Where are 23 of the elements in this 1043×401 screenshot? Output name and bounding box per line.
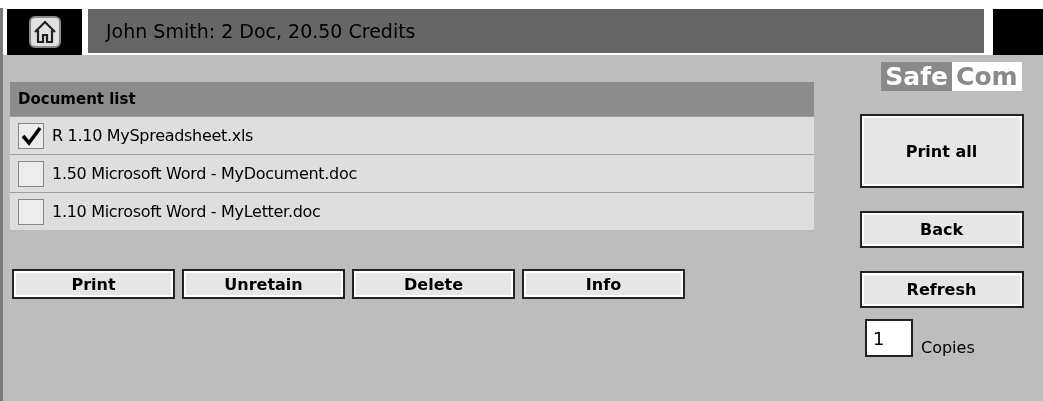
print-all-button[interactable]: Print all	[859, 114, 1024, 188]
side-button[interactable]: Back	[859, 211, 1024, 248]
checkbox[interactable]	[18, 160, 44, 187]
action-button[interactable]: Delete	[352, 269, 515, 299]
side-button[interactable]: Refresh	[859, 271, 1024, 308]
home-button[interactable]	[28, 16, 61, 48]
document-name: 1.50 Microsoft Word - MyDocument.doc	[52, 164, 357, 183]
header-block	[993, 9, 1043, 55]
action-button[interactable]: Print	[12, 269, 175, 299]
document-name: R 1.10 MySpreadsheet.xls	[52, 126, 254, 145]
logo: Safe Com	[881, 62, 1022, 91]
document-row[interactable]: R 1.10 MySpreadsheet.xls	[10, 116, 814, 154]
copies-input[interactable]: 1	[865, 319, 913, 357]
list-title: Document list	[18, 90, 136, 108]
checkbox[interactable]	[18, 122, 44, 149]
document-row[interactable]: 1.10 Microsoft Word - MyLetter.doc	[10, 192, 814, 230]
checkbox[interactable]	[18, 198, 44, 225]
document-name: 1.10 Microsoft Word - MyLetter.doc	[52, 202, 321, 221]
action-button[interactable]: Unretain	[182, 269, 345, 299]
header-title: John Smith: 2 Doc, 20.50 Credits	[106, 20, 416, 42]
document-row[interactable]: 1.50 Microsoft Word - MyDocument.doc	[10, 154, 814, 192]
action-button[interactable]: Info	[522, 269, 685, 299]
copies-label: Copies	[921, 338, 975, 357]
